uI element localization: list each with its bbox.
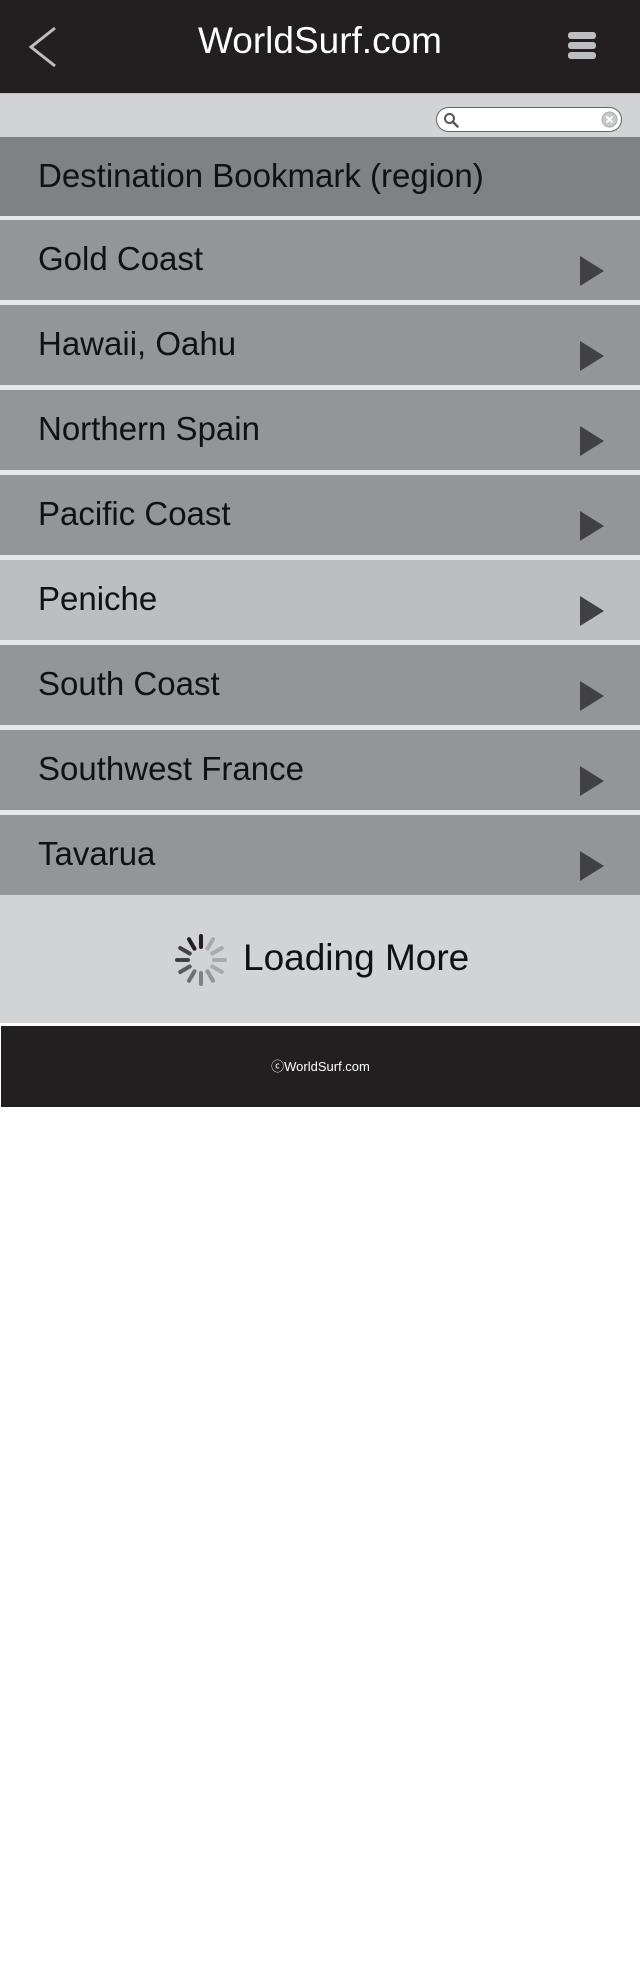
play-arrow-icon bbox=[580, 426, 604, 456]
play-arrow-icon bbox=[580, 256, 604, 286]
loading-spinner-icon bbox=[175, 934, 227, 986]
copyright-text: ⓒWorldSurf.com bbox=[1, 1056, 640, 1075]
list-item-southwest-france[interactable]: Southwest France bbox=[0, 730, 640, 815]
list-item-label: Southwest France bbox=[38, 750, 304, 787]
list-item-south-coast[interactable]: South Coast bbox=[0, 645, 640, 730]
page-footer: ⓒWorldSurf.com bbox=[1, 1023, 640, 1107]
app-screen: WorldSurf.com Destination Bookmark (regi… bbox=[0, 0, 640, 1107]
list-item-pacific-coast[interactable]: Pacific Coast bbox=[0, 475, 640, 560]
list-item-label: Tavarua bbox=[38, 835, 156, 872]
list-item-label: Northern Spain bbox=[38, 410, 260, 447]
play-arrow-icon bbox=[580, 596, 604, 626]
list-item-label: South Coast bbox=[38, 665, 220, 702]
play-arrow-icon bbox=[580, 511, 604, 541]
copyright-label: WorldSurf.com bbox=[284, 1059, 370, 1074]
page-title: WorldSurf.com bbox=[198, 20, 442, 61]
loading-more-label: Loading More bbox=[243, 937, 470, 978]
clear-icon[interactable] bbox=[601, 111, 618, 128]
list-item-peniche[interactable]: Peniche bbox=[0, 560, 640, 645]
play-arrow-icon bbox=[580, 341, 604, 371]
play-arrow-icon bbox=[580, 766, 604, 796]
list-item-label: Pacific Coast bbox=[38, 495, 231, 532]
play-arrow-icon bbox=[580, 681, 604, 711]
search-icon bbox=[444, 113, 459, 128]
menu-button[interactable] bbox=[566, 30, 598, 62]
list-item-tavarua[interactable]: Tavarua bbox=[0, 815, 640, 895]
search-box bbox=[436, 107, 622, 132]
list-item-gold-coast[interactable]: Gold Coast bbox=[0, 220, 640, 305]
top-header: WorldSurf.com bbox=[0, 0, 640, 94]
load-more-area[interactable]: Loading More bbox=[0, 895, 640, 1023]
destination-list: Destination Bookmark (region) Gold Coast… bbox=[0, 137, 640, 895]
copyright-icon: ⓒ bbox=[271, 1059, 285, 1074]
search-bar bbox=[0, 94, 640, 137]
list-item-label: Peniche bbox=[38, 580, 158, 617]
list-section-header: Destination Bookmark (region) bbox=[0, 137, 640, 220]
list-item-label: Gold Coast bbox=[38, 240, 204, 277]
section-title: Destination Bookmark (region) bbox=[38, 157, 484, 194]
list-item-hawaii-oahu[interactable]: Hawaii, Oahu bbox=[0, 305, 640, 390]
hamburger-menu-icon bbox=[568, 32, 596, 59]
list-item-label: Hawaii, Oahu bbox=[38, 325, 237, 362]
search-input[interactable] bbox=[463, 110, 595, 129]
play-arrow-icon bbox=[580, 851, 604, 881]
list-item-northern-spain[interactable]: Northern Spain bbox=[0, 390, 640, 475]
